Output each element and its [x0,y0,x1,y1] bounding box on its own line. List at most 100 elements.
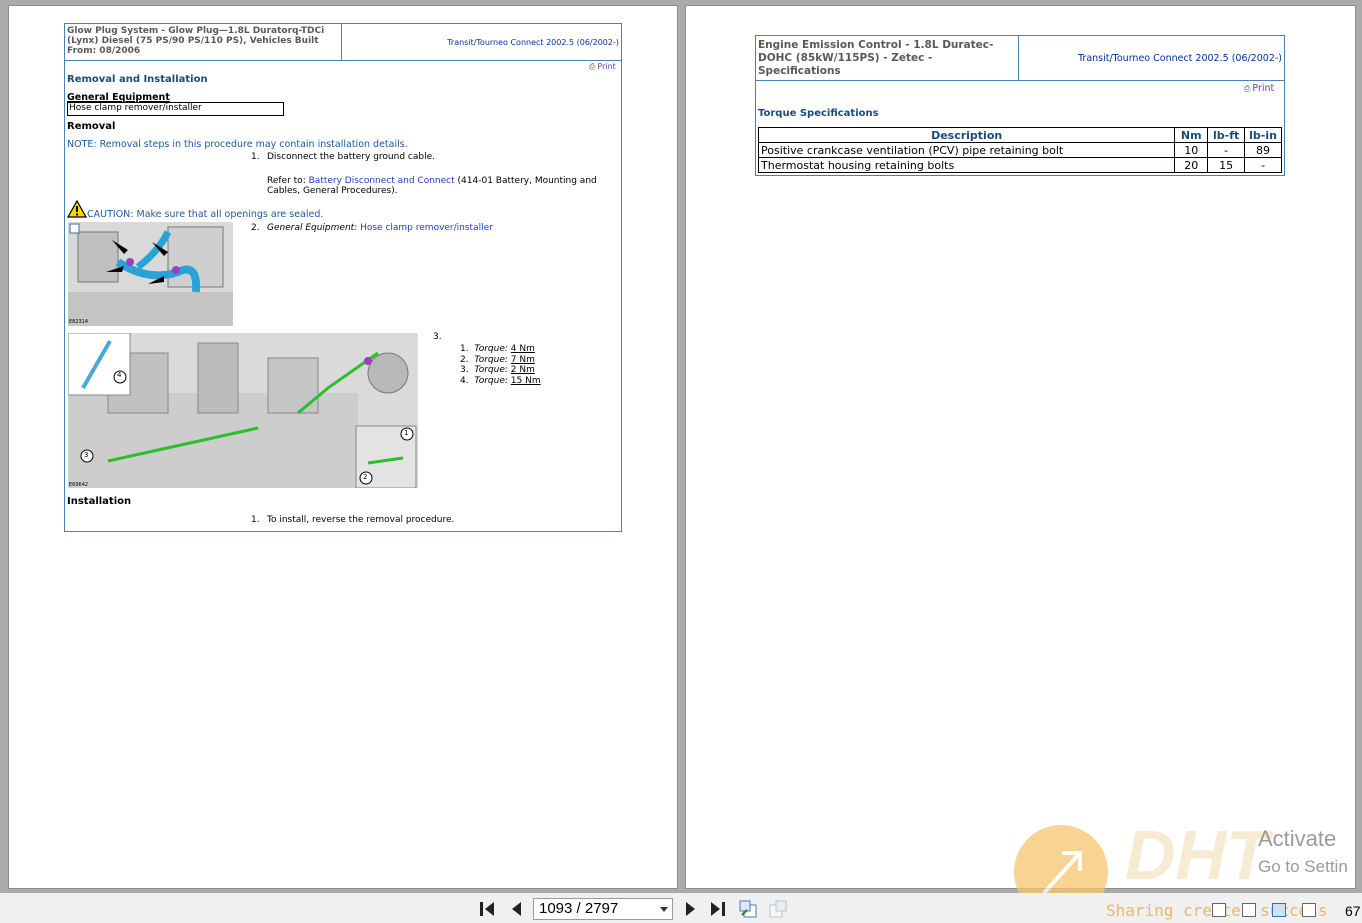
cell-description: Positive crankcase ventilation (PCV) pip… [757,142,1176,158]
pdf-page-left: Glow Plug System - Glow Plug—1.8L Durato… [8,5,678,889]
left-doc-header: Glow Plug System - Glow Plug—1.8L Durato… [65,24,621,61]
refer-prefix: Refer to: [267,176,306,186]
continuous-view-icon[interactable] [1242,903,1256,917]
torque-value: 4 Nm [510,344,535,354]
col-description: Description [757,127,1176,143]
right-section-title: Torque Specifications [758,108,879,119]
caution-warning-icon [66,199,88,218]
step2-text: General Equipment: Hose clamp remover/in… [267,223,493,233]
next-page-icon [686,902,695,916]
torque-label: Torque: [474,365,508,375]
left-doc-vehicle: Transit/Tourneo Connect 2002.5 (06/2002-… [447,37,619,47]
chevron-down-icon[interactable] [660,907,668,912]
removal-note: NOTE: Removal steps in this procedure ma… [67,139,408,150]
col-nm: Nm [1174,127,1209,143]
cell-nm: 10 [1174,142,1209,158]
caution-text: CAUTION: Make sure that all openings are… [87,209,324,220]
torque-spec-table: Description Nm lb-ft lb-in Positive cran… [757,127,1282,173]
activate-windows-line1: Activate [1258,826,1337,851]
torque-value: 2 Nm [510,365,535,375]
install-step-text: To install, reverse the removal procedur… [267,515,455,525]
first-page-bar [480,902,483,916]
step1-number: 1. [251,152,260,162]
two-page-continuous-view-icon[interactable] [1302,903,1316,917]
last-page-button[interactable] [711,901,727,917]
torque-list: 1. Torque: 4 Nm 2. Torque: 7 Nm 3. Torqu… [460,344,541,386]
refer-suffix: (414-01 Battery, Mounting and [457,176,597,186]
go-back-view-icon[interactable] [738,899,758,919]
install-step-number: 1. [251,515,260,525]
torque-label: Torque: [474,354,508,365]
col-lbin: lb-in [1244,127,1282,143]
step3-number: 3. [433,332,442,342]
torque-value: 7 Nm [510,354,535,365]
torque-num: 2. [460,354,469,365]
right-doc-header: Engine Emission Control - 1.8L Duratec-D… [756,36,1284,81]
hose-clamp-illustration: E82314 [68,222,233,326]
next-page-button[interactable] [684,901,700,917]
right-print-link[interactable]: ⎙ Print [1244,83,1274,94]
battery-disconnect-link[interactable]: Battery Disconnect and Connect [309,176,455,186]
general-equipment-item: Hose clamp remover/installer [67,102,284,116]
cell-lbft: - [1207,142,1246,158]
go-forward-view-icon[interactable] [768,899,788,919]
activate-windows-line2: Go to Settin [1258,857,1348,876]
step2-number: 2. [251,223,260,233]
pdf-page-right: Engine Emission Control - 1.8L Duratec-D… [685,5,1356,889]
printer-icon: ⎙ [589,62,596,71]
cell-nm: 20 [1174,157,1209,173]
table-row: Positive crankcase ventilation (PCV) pip… [757,142,1282,158]
left-print-label: Print [597,62,616,71]
last-page-icon [711,902,720,916]
torque-label: Torque: [474,344,508,354]
single-page-view-icon[interactable] [1212,903,1226,917]
illus2-id: E69642 [69,482,89,488]
removal-label: Removal [67,121,116,132]
torque-num: 3. [460,365,469,375]
cell-lbin: - [1244,157,1282,173]
torque-num: 1. [460,344,469,354]
torque-value: 15 Nm [510,375,541,386]
previous-page-icon [512,902,521,916]
torque-num: 4. [460,375,469,386]
cell-lbft: 15 [1207,157,1246,173]
right-doc-title: Engine Emission Control - 1.8L Duratec-D… [756,36,1019,80]
watermark-logo-text: DHT [1125,816,1269,894]
glow-plug-illustration: 4 3 1 2 E69642 [68,333,418,488]
torque-item: 3. Torque: 2 Nm [460,365,541,376]
cell-description: Thermostat housing retaining bolts [757,157,1176,173]
right-doc-vehicle: Transit/Tourneo Connect 2002.5 (06/2002-… [1078,52,1282,64]
installation-label: Installation [67,496,132,507]
illus1-id: E82314 [69,319,89,325]
two-page-view-icon[interactable] [1272,903,1286,917]
table-row: Thermostat housing retaining bolts 20 15… [757,157,1282,173]
torque-label: Torque: [474,375,508,386]
torque-item: 2. Torque: 7 Nm [460,355,541,366]
callout-3: 3 [84,451,89,459]
page-edge-number: 67 [1345,903,1361,919]
callout-4: 4 [117,371,122,379]
hose-clamp-link[interactable]: Hose clamp remover/installer [360,223,493,233]
last-page-bar [722,902,725,916]
torque-item: 4. Torque: 15 Nm [460,376,541,387]
left-section-title: Removal and Installation [67,74,208,85]
printer-icon: ⎙ [1244,84,1251,93]
callout-2: 2 [363,473,368,481]
pdf-navigation-toolbar: Sharing creates success 67 [0,893,1362,923]
cell-lbin: 89 [1244,142,1282,158]
refer-line-2: Cables, General Procedures). [267,186,398,196]
first-page-icon [485,902,494,916]
page-number-input[interactable]: 1093 / 2797 [533,898,673,920]
step1-text: Disconnect the battery ground cable. [267,152,435,162]
refer-line: Refer to: Battery Disconnect and Connect… [267,176,597,186]
callout-1: 1 [404,429,409,437]
previous-page-button[interactable] [510,901,526,917]
table-header-row: Description Nm lb-ft lb-in [757,127,1282,143]
first-page-button[interactable] [480,901,496,917]
left-print-link[interactable]: ⎙ Print [589,62,616,72]
right-print-label: Print [1252,83,1275,94]
page-indicator: 1093 / 2797 [539,900,619,917]
left-doc-title: Glow Plug System - Glow Plug—1.8L Durato… [65,24,342,60]
torque-item: 1. Torque: 4 Nm [460,344,541,355]
col-lbft: lb-ft [1207,127,1246,143]
